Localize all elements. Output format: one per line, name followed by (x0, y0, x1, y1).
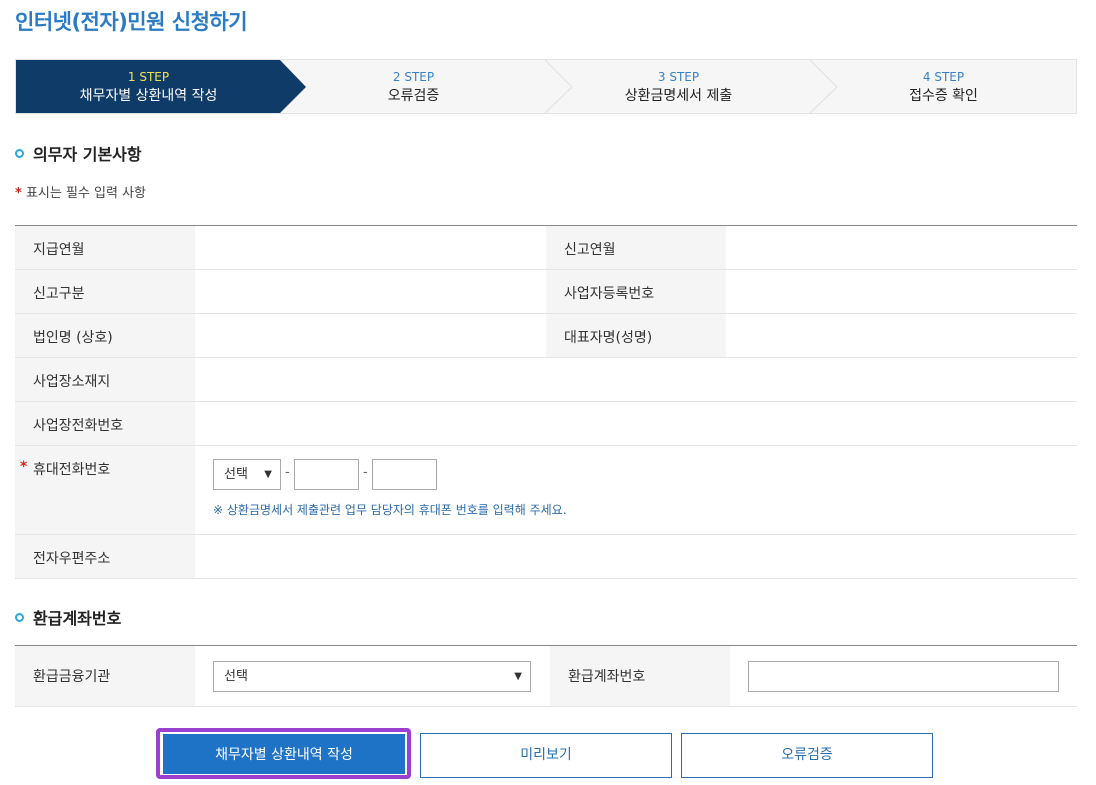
required-star-icon: * (20, 459, 28, 475)
table-row: * 휴대전화번호 선택 ▼ - - ※ 상환금명세서 제출관련 업무 담당자의 … (15, 446, 1077, 535)
step-1: 1 STEP 채무자별 상환내역 작성 (16, 60, 281, 113)
address-label: 사업장소재지 (33, 374, 111, 390)
step-1-label: 채무자별 상환내역 작성 (79, 88, 218, 104)
bank-select-value: 선택 (224, 669, 248, 684)
section-refund-label: 환급계좌번호 (33, 609, 122, 628)
bank-select[interactable]: 선택 ▼ (213, 661, 531, 692)
report-month-value (726, 226, 1077, 269)
corp-name-label: 법인명 (상호) (33, 330, 113, 346)
step-2-label: 오류검증 (387, 88, 440, 104)
section-basic-info-label: 의무자 기본사항 (33, 145, 142, 164)
biz-no-label: 사업자등록번호 (564, 286, 655, 302)
step-1-num: 1 STEP (127, 70, 170, 84)
bullet-icon (15, 149, 24, 158)
table-row: 법인명 (상호) 대표자명(성명) (15, 314, 1077, 358)
step-3-label: 상환금명세서 제출 (624, 88, 733, 104)
table-row: 전자우편주소 (15, 535, 1077, 579)
section-basic-info-title: 의무자 기본사항 (15, 141, 142, 165)
step-3-num: 3 STEP (657, 70, 700, 84)
required-note-text: 표시는 필수 입력 사항 (25, 186, 146, 201)
chevron-down-icon: ▼ (264, 469, 272, 480)
email-value (195, 535, 1077, 578)
write-repayment-button[interactable]: 채무자별 상환내역 작성 (163, 734, 405, 774)
basic-info-table: 지급연월 신고연월 신고구분 사업자등록번호 법인명 (상호) 대표자명(성명)… (15, 225, 1077, 579)
validate-button[interactable]: 오류검증 (681, 733, 933, 778)
address-value (195, 358, 1077, 401)
step-4-label: 접수증 확인 (909, 88, 978, 104)
section-refund-title: 환급계좌번호 (15, 605, 121, 629)
step-2-num: 2 STEP (392, 70, 435, 84)
rep-name-label: 대표자명(성명) (564, 330, 653, 346)
mobile-middle-input[interactable] (294, 459, 359, 490)
report-type-label: 신고구분 (33, 286, 85, 302)
mobile-prefix-select[interactable]: 선택 ▼ (213, 459, 281, 490)
table-row: 지급연월 신고연월 (15, 226, 1077, 270)
corp-name-value (195, 314, 546, 357)
step-3: 3 STEP 상환금명세서 제출 (546, 60, 811, 113)
phone-label: 사업장전화번호 (33, 418, 124, 434)
report-type-value (195, 270, 546, 313)
dash-separator: - (363, 465, 368, 480)
account-input[interactable] (748, 661, 1059, 692)
rep-name-value (726, 314, 1077, 357)
preview-button[interactable]: 미리보기 (420, 733, 672, 778)
step-4-num: 4 STEP (922, 70, 965, 84)
mobile-last-input[interactable] (372, 459, 437, 490)
bank-label: 환급금융기관 (33, 669, 111, 685)
table-row: 환급금융기관 선택 ▼ 환급계좌번호 (15, 646, 1077, 707)
table-row: 사업장소재지 (15, 358, 1077, 402)
step-4: 4 STEP 접수증 확인 (811, 60, 1076, 113)
chevron-down-icon: ▼ (514, 671, 522, 682)
step-indicator: 1 STEP 채무자별 상환내역 작성 2 STEP 오류검증 3 STEP 상… (15, 59, 1077, 114)
biz-no-value (726, 270, 1077, 313)
refund-table: 환급금융기관 선택 ▼ 환급계좌번호 (15, 645, 1077, 707)
bullet-icon (15, 613, 24, 622)
report-month-label: 신고연월 (564, 242, 616, 258)
table-row: 신고구분 사업자등록번호 (15, 270, 1077, 314)
required-star-icon: * (15, 186, 22, 201)
pay-month-label: 지급연월 (33, 242, 85, 258)
mobile-label: 휴대전화번호 (33, 462, 111, 478)
required-note: * 표시는 필수 입력 사항 (15, 182, 146, 201)
pay-month-value (195, 226, 546, 269)
mobile-hint: ※ 상환금명세서 제출관련 업무 담당자의 휴대폰 번호를 입력해 주세요. (213, 503, 567, 517)
step-2: 2 STEP 오류검증 (281, 60, 546, 113)
mobile-prefix-value: 선택 (224, 467, 248, 482)
account-label: 환급계좌번호 (568, 669, 646, 685)
table-row: 사업장전화번호 (15, 402, 1077, 446)
phone-value (195, 402, 1077, 445)
page-title: 인터넷(전자)민원 신청하기 (15, 10, 248, 34)
email-label: 전자우편주소 (33, 551, 111, 567)
dash-separator: - (285, 465, 290, 480)
